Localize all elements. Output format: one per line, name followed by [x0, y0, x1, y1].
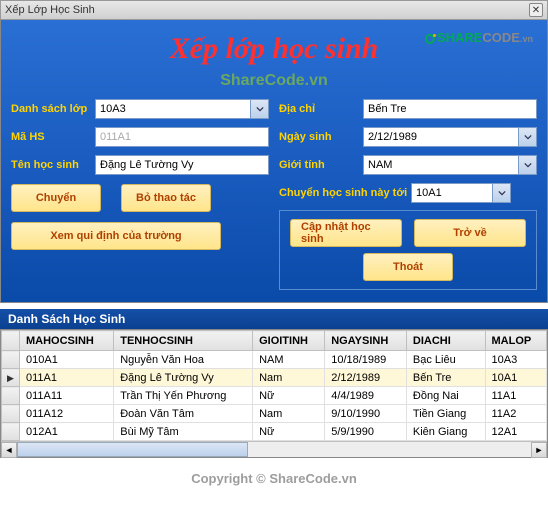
cell[interactable]: 012A1 [20, 423, 114, 441]
cell[interactable]: Bến Tre [406, 369, 485, 387]
grid-wrap: MAHOCSINHTENHOCSINHGIOITINHNGAYSINHDIACH… [0, 329, 548, 458]
action-box: Cập nhật học sinh Trở về Thoát [279, 210, 537, 290]
cell[interactable]: Nguyễn Văn Hoa [114, 351, 253, 369]
cell[interactable]: 011A12 [20, 405, 114, 423]
close-icon[interactable]: ✕ [529, 3, 543, 17]
cell[interactable]: 10/18/1989 [325, 351, 407, 369]
watermark-center: ShareCode.vn [11, 72, 537, 90]
view-rules-button[interactable]: Xem qui định của trường [11, 222, 221, 250]
cell[interactable]: Bùi Mỹ Tâm [114, 423, 253, 441]
cell[interactable]: Tiền Giang [406, 405, 485, 423]
cell[interactable]: 011A1 [20, 369, 114, 387]
row-header[interactable] [2, 351, 20, 369]
horizontal-scrollbar[interactable]: ◄ ► [1, 441, 547, 457]
column-header[interactable]: NGAYSINH [325, 331, 407, 351]
table-row[interactable]: 012A1Bùi Mỹ TâmNữ5/9/1990Kiên Giang12A1 [2, 423, 547, 441]
cell[interactable]: 10A3 [485, 351, 547, 369]
label-address: Địa chỉ [279, 103, 363, 115]
main-panel: SHARECODE.vn Xếp lớp học sinh ShareCode.… [0, 20, 548, 303]
copyright-watermark: Copyright © ShareCode.vn [0, 471, 548, 486]
back-button[interactable]: Trở về [414, 219, 526, 247]
cell[interactable]: Đặng Lê Tường Vy [114, 369, 253, 387]
row-header[interactable] [2, 405, 20, 423]
transfer-to-combo[interactable]: 10A1 [411, 183, 511, 203]
column-header[interactable]: TENHOCSINH [114, 331, 253, 351]
cell[interactable]: 9/10/1990 [325, 405, 407, 423]
gender-value: NAM [368, 159, 392, 171]
row-header[interactable]: ▶ [2, 369, 20, 387]
student-grid[interactable]: MAHOCSINHTENHOCSINHGIOITINHNGAYSINHDIACH… [1, 330, 547, 441]
cell[interactable]: 11A1 [485, 387, 547, 405]
label-transfer-to: Chuyển học sinh này tới [279, 187, 411, 199]
list-title: Danh Sách Học Sinh [0, 309, 548, 329]
scroll-track[interactable] [17, 442, 531, 457]
table-row[interactable]: ▶011A1Đặng Lê Tường VyNam2/12/1989Bến Tr… [2, 369, 547, 387]
cell[interactable]: 4/4/1989 [325, 387, 407, 405]
cell[interactable]: 011A11 [20, 387, 114, 405]
update-button[interactable]: Cập nhật học sinh [290, 219, 402, 247]
class-combo[interactable]: 10A3 [95, 99, 269, 119]
table-row[interactable]: 011A12Đoàn Văn TâmNam9/10/1990Tiền Giang… [2, 405, 547, 423]
scroll-thumb[interactable] [17, 442, 248, 457]
label-class-list: Danh sách lớp [11, 103, 95, 115]
cell[interactable]: Đồng Nai [406, 387, 485, 405]
transfer-to-value: 10A1 [416, 187, 442, 199]
cell[interactable]: Bạc Liêu [406, 351, 485, 369]
birthday-picker[interactable]: 2/12/1989 [363, 127, 537, 147]
chevron-down-icon[interactable] [250, 100, 268, 118]
student-name-input[interactable] [95, 155, 269, 175]
window-title: Xếp Lớp Học Sinh [5, 4, 95, 16]
titlebar: Xếp Lớp Học Sinh ✕ [0, 0, 548, 20]
transfer-button[interactable]: Chuyển [11, 184, 101, 212]
chevron-down-icon[interactable] [492, 184, 510, 202]
cell[interactable]: 12A1 [485, 423, 547, 441]
address-input[interactable] [363, 99, 537, 119]
table-row[interactable]: 010A1Nguyễn Văn HoaNAM10/18/1989Bạc Liêu… [2, 351, 547, 369]
label-student-id: Mã HS [11, 131, 95, 143]
column-header[interactable]: DIACHI [406, 331, 485, 351]
column-header[interactable]: MAHOCSINH [20, 331, 114, 351]
label-gender: Giới tính [279, 159, 363, 171]
cell[interactable]: Nam [253, 405, 325, 423]
cell[interactable]: 2/12/1989 [325, 369, 407, 387]
cell[interactable]: Nữ [253, 387, 325, 405]
exit-button[interactable]: Thoát [363, 253, 453, 281]
cell[interactable]: Trần Thị Yến Phương [114, 387, 253, 405]
watermark-logo: SHARECODE.vn [425, 30, 533, 45]
row-header[interactable] [2, 423, 20, 441]
gender-combo[interactable]: NAM [363, 155, 537, 175]
cell[interactable]: 10A1 [485, 369, 547, 387]
row-header[interactable] [2, 387, 20, 405]
cell[interactable]: 010A1 [20, 351, 114, 369]
chevron-down-icon[interactable] [518, 156, 536, 174]
scroll-left-icon[interactable]: ◄ [1, 442, 17, 458]
cell[interactable]: Đoàn Văn Tâm [114, 405, 253, 423]
birthday-value: 2/12/1989 [368, 131, 417, 143]
label-student-name: Tên học sinh [11, 159, 95, 171]
cell[interactable]: NAM [253, 351, 325, 369]
column-header[interactable]: GIOITINH [253, 331, 325, 351]
table-row[interactable]: 011A11Trần Thị Yến PhươngNữ4/4/1989Đồng … [2, 387, 547, 405]
cell[interactable]: 11A2 [485, 405, 547, 423]
chevron-down-icon[interactable] [518, 128, 536, 146]
scroll-right-icon[interactable]: ► [531, 442, 547, 458]
label-birthday: Ngày sinh [279, 131, 363, 143]
cell[interactable]: Nam [253, 369, 325, 387]
cell[interactable]: Kiên Giang [406, 423, 485, 441]
cell[interactable]: 5/9/1990 [325, 423, 407, 441]
student-id-input [95, 127, 269, 147]
column-header[interactable]: MALOP [485, 331, 547, 351]
class-combo-value: 10A3 [100, 103, 126, 115]
cell[interactable]: Nữ [253, 423, 325, 441]
cancel-button[interactable]: Bỏ thao tác [121, 184, 211, 212]
